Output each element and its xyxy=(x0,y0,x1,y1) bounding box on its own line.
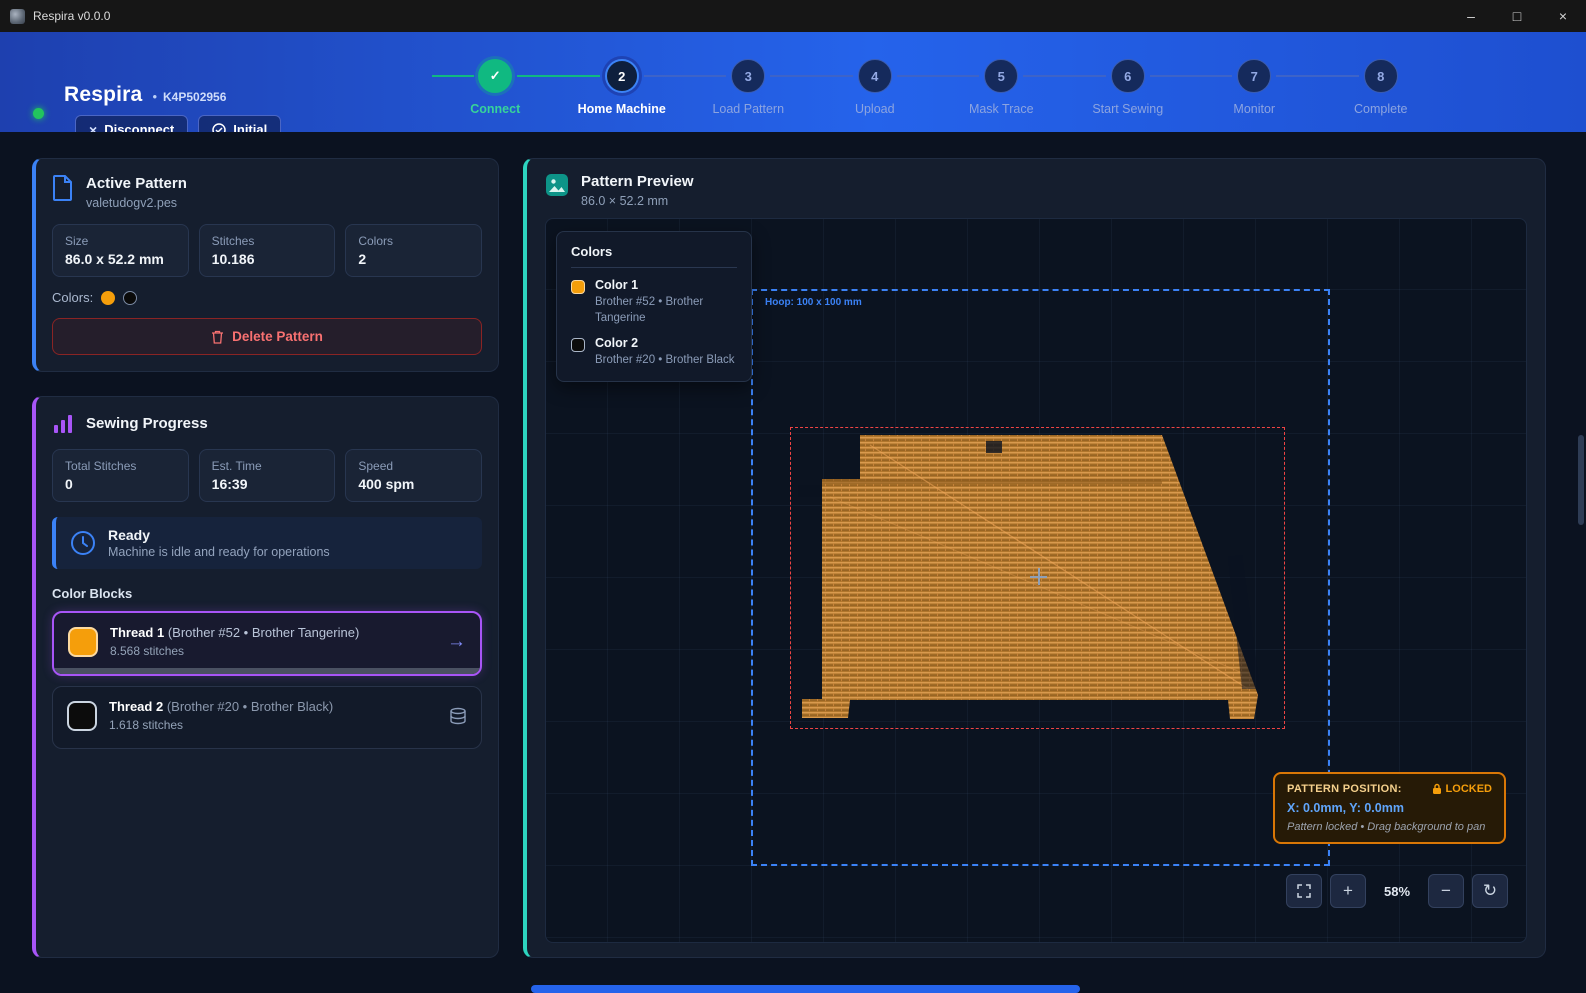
legend-entry-color2: Color 2 Brother #20 • Brother Black xyxy=(571,336,737,369)
color-dot-orange xyxy=(101,291,115,305)
fit-view-icon[interactable] xyxy=(1286,874,1322,908)
step-connect: ✓ Connect xyxy=(432,59,559,116)
close-icon[interactable]: × xyxy=(1540,0,1586,32)
color-dot-black xyxy=(123,291,137,305)
thread1-swatch xyxy=(68,627,98,657)
pattern-position-overlay: PATTERN POSITION: LOCKED X: 0.0mm, Y: 0.… xyxy=(1273,772,1506,844)
thread2-swatch xyxy=(67,701,97,731)
step-mask-trace: 5 Mask Trace xyxy=(938,59,1065,116)
color-blocks-label: Color Blocks xyxy=(52,586,482,601)
colors-legend: Colors Color 1 Brother #52 • Brother Tan… xyxy=(556,231,752,382)
serial-separator: • xyxy=(152,89,157,104)
layers-icon xyxy=(449,707,467,725)
hoop-label: Hoop: 100 x 100 mm xyxy=(765,297,862,308)
clock-icon xyxy=(70,530,96,556)
step-home-machine-circle[interactable]: 2 xyxy=(605,59,639,93)
preview-title: Pattern Preview xyxy=(581,173,694,190)
app-header: Respira • K4P502956 × Disconnect Initial… xyxy=(0,32,1586,132)
sewing-progress-card: Sewing Progress Total Stitches 0 Est. Ti… xyxy=(32,396,499,958)
step-monitor-circle[interactable]: 7 xyxy=(1237,59,1271,93)
step-connect-circle[interactable]: ✓ xyxy=(478,59,512,93)
legend-entry-color1: Color 1 Brother #52 • Brother Tangerine xyxy=(571,278,737,326)
delete-pattern-button[interactable]: Delete Pattern xyxy=(52,318,482,355)
zoom-in-icon[interactable]: + xyxy=(1330,874,1366,908)
step-complete: 8 Complete xyxy=(1318,59,1445,116)
workflow-stepper: ✓ Connect 2 Home Machine 3 Load Pattern … xyxy=(432,59,1444,116)
zoom-level: 58% xyxy=(1374,884,1420,899)
status-title: Ready xyxy=(108,527,330,543)
app-icon xyxy=(10,9,25,24)
titlebar: Respira v0.0.0 – □ × xyxy=(0,0,1586,32)
active-pattern-title: Active Pattern xyxy=(86,175,187,192)
step-load-pattern: 3 Load Pattern xyxy=(685,59,812,116)
locked-label: LOCKED xyxy=(1446,783,1492,795)
stat-speed: Speed 400 spm xyxy=(345,449,482,502)
image-icon xyxy=(545,173,569,197)
active-thread-arrow-icon: → xyxy=(447,631,466,653)
pattern-filename: valetudogv2.pes xyxy=(86,196,187,210)
legend-swatch-1 xyxy=(571,280,585,294)
stat-size: Size 86.0 x 52.2 mm xyxy=(52,224,189,277)
machine-serial: K4P502956 xyxy=(163,90,226,104)
step-complete-circle[interactable]: 8 xyxy=(1364,59,1398,93)
thread1-progress-track xyxy=(54,668,480,674)
pattern-colors-row: Colors: xyxy=(52,290,482,305)
zoom-out-icon[interactable]: − xyxy=(1428,874,1464,908)
canvas-crosshair xyxy=(1030,568,1047,585)
step-upload: 4 Upload xyxy=(812,59,939,116)
bar-chart-icon xyxy=(52,413,74,435)
step-upload-circle[interactable]: 4 xyxy=(858,59,892,93)
step-start-sewing-circle[interactable]: 6 xyxy=(1111,59,1145,93)
app-name: Respira xyxy=(64,83,142,107)
step-load-pattern-circle[interactable]: 3 xyxy=(731,59,765,93)
active-pattern-card: Active Pattern valetudogv2.pes Size 86.0… xyxy=(32,158,499,372)
step-monitor: 7 Monitor xyxy=(1191,59,1318,116)
step-mask-trace-circle[interactable]: 5 xyxy=(984,59,1018,93)
lock-icon xyxy=(1432,783,1442,795)
connection-status-dot xyxy=(33,108,44,119)
zoom-controls: + 58% − ↻ xyxy=(1286,874,1508,908)
legend-swatch-2 xyxy=(571,338,585,352)
step-start-sewing: 6 Start Sewing xyxy=(1065,59,1192,116)
stat-est-time: Est. Time 16:39 xyxy=(199,449,336,502)
window-title: Respira v0.0.0 xyxy=(33,9,110,23)
machine-status-banner: Ready Machine is idle and ready for oper… xyxy=(52,517,482,569)
preview-canvas[interactable]: Colors Color 1 Brother #52 • Brother Tan… xyxy=(545,218,1527,943)
step-home-machine: 2 Home Machine xyxy=(559,59,686,116)
pattern-lock-hint: Pattern locked • Drag background to pan xyxy=(1287,821,1492,833)
thread-row-2[interactable]: Thread 2 (Brother #20 • Brother Black) 1… xyxy=(52,686,482,749)
stat-colors: Colors 2 xyxy=(345,224,482,277)
stat-total-stitches: Total Stitches 0 xyxy=(52,449,189,502)
maximize-icon[interactable]: □ xyxy=(1494,0,1540,32)
horizontal-scrollbar-thumb[interactable] xyxy=(531,985,1080,993)
trash-icon xyxy=(211,330,224,344)
document-icon xyxy=(52,175,74,201)
thread-row-1[interactable]: Thread 1 (Brother #52 • Brother Tangerin… xyxy=(52,611,482,676)
refresh-view-icon[interactable]: ↻ xyxy=(1472,874,1508,908)
pattern-coordinates: X: 0.0mm, Y: 0.0mm xyxy=(1287,801,1492,815)
pattern-preview-card: Pattern Preview 86.0 × 52.2 mm Colors Co… xyxy=(523,158,1546,958)
stat-stitches: Stitches 10.186 xyxy=(199,224,336,277)
status-description: Machine is idle and ready for operations xyxy=(108,545,330,559)
preview-dimensions: 86.0 × 52.2 mm xyxy=(581,194,694,208)
sewing-progress-title: Sewing Progress xyxy=(86,415,208,432)
vertical-scrollbar-thumb[interactable] xyxy=(1578,435,1584,525)
minimize-icon[interactable]: – xyxy=(1448,0,1494,32)
main-content: Active Pattern valetudogv2.pes Size 86.0… xyxy=(0,132,1586,993)
